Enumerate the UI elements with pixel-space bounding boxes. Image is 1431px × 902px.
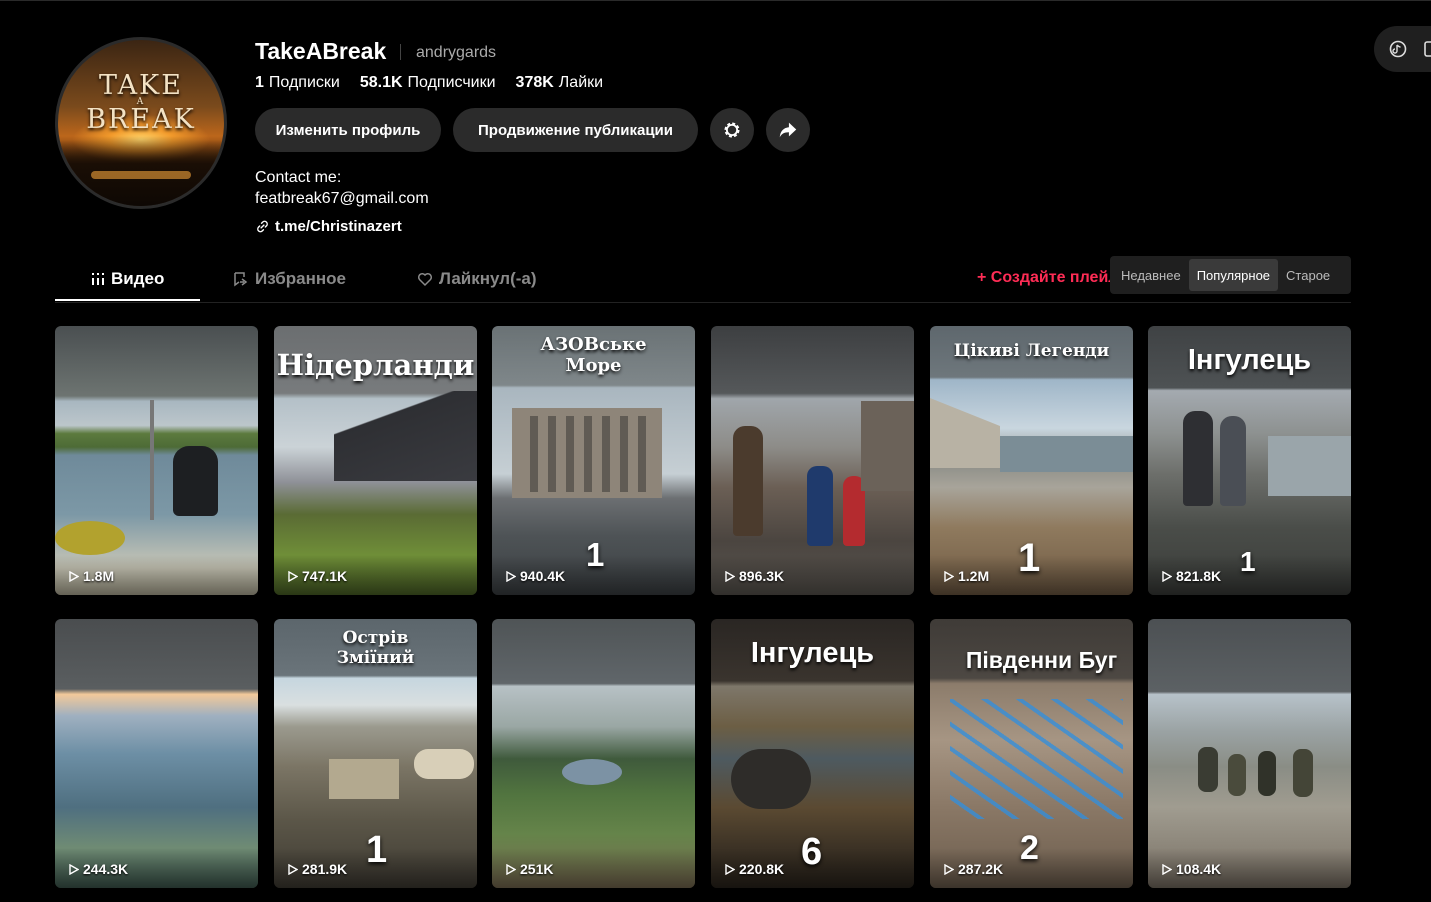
profile-link-text: t.me/Christinazert <box>275 218 402 235</box>
promote-post-button[interactable]: Продвижение публикации <box>453 108 698 152</box>
play-icon <box>69 570 79 582</box>
play-icon <box>506 863 516 875</box>
edit-profile-button[interactable]: Изменить профиль <box>255 108 441 152</box>
grid-icon <box>92 273 104 285</box>
diver-figure <box>173 446 218 516</box>
floating-actions[interactable] <box>1374 26 1431 72</box>
top-border <box>0 0 1431 1</box>
video-caption: АЗОВське Море <box>540 334 647 376</box>
heart-icon <box>417 272 433 287</box>
hiker-figure <box>1198 747 1218 792</box>
sort-recent[interactable]: Недавнее <box>1113 259 1189 291</box>
video-caption: Нідерланди <box>276 348 475 383</box>
view-count: 244.3K <box>69 861 128 877</box>
tiktok-icon[interactable] <box>1388 39 1408 59</box>
part-number: 1 <box>586 536 605 573</box>
lake <box>562 759 622 785</box>
people-figure <box>1183 411 1213 506</box>
sort-oldest[interactable]: Старое <box>1278 259 1338 291</box>
profile-display-name: TakeABreak <box>255 38 387 64</box>
play-icon <box>725 863 735 875</box>
view-count: 281.9K <box>288 861 347 877</box>
link-icon <box>257 220 268 233</box>
avatar[interactable]: TAKE A BREAK <box>55 37 227 209</box>
video-caption: Інгулець <box>1187 344 1312 377</box>
view-count: 1.8M <box>69 568 114 584</box>
play-icon <box>288 863 298 875</box>
share-button[interactable] <box>766 108 810 152</box>
part-number: 1 <box>1018 536 1041 580</box>
play-icon <box>944 863 954 875</box>
divider <box>400 44 401 60</box>
profile-link[interactable]: t.me/Christinazert <box>255 218 402 235</box>
tab-favorites[interactable]: Избранное <box>233 269 346 289</box>
window-icon[interactable] <box>1422 39 1431 59</box>
part-number: 2 <box>1020 829 1039 867</box>
stat-followers[interactable]: 58.1K Подписчики <box>360 74 496 92</box>
video-card[interactable]: 251K <box>492 619 695 888</box>
play-icon <box>725 570 735 582</box>
view-count: 251K <box>506 861 553 877</box>
share-arrow-icon <box>779 122 797 138</box>
view-count: 896.3K <box>725 568 784 584</box>
soldier-figure <box>731 749 811 809</box>
bio-email: featbreak67@gmail.com <box>255 190 429 207</box>
view-count: 747.1K <box>288 568 347 584</box>
video-card[interactable]: Нідерланди 747.1K <box>274 326 477 595</box>
video-card[interactable]: АЗОВське Море 1 940.4K <box>492 326 695 595</box>
bio-line: Contact me: <box>255 169 342 186</box>
video-caption: Інгулець <box>750 637 875 670</box>
video-card[interactable]: 896.3K <box>711 326 914 595</box>
view-count: 220.8K <box>725 861 784 877</box>
view-count: 108.4K <box>1162 861 1221 877</box>
refugee-figure <box>733 426 763 536</box>
old-book <box>329 759 399 799</box>
play-icon <box>1162 863 1172 875</box>
video-card[interactable]: 1.8M <box>55 326 258 595</box>
video-caption: Цікиві Легенди <box>953 341 1110 362</box>
play-icon <box>944 570 954 582</box>
part-number: 6 <box>801 831 823 873</box>
settings-button[interactable] <box>710 108 754 152</box>
tab-videos[interactable]: Видео <box>91 269 164 289</box>
video-caption: Острів Зміїний <box>336 628 415 668</box>
profile-bio: Contact me: featbreak67@gmail.com <box>255 167 429 209</box>
video-card[interactable]: 244.3K <box>55 619 258 888</box>
play-icon <box>506 570 516 582</box>
play-icon <box>69 863 79 875</box>
view-count: 1.2M <box>944 568 989 584</box>
profile-handle: andrygards <box>416 44 497 61</box>
play-icon <box>1162 570 1172 582</box>
video-card[interactable]: Південни Буг 2 287.2K <box>930 619 1133 888</box>
video-card[interactable]: Острів Зміїний 1 281.9K <box>274 619 477 888</box>
view-count: 940.4K <box>506 568 565 584</box>
river-map <box>950 699 1123 819</box>
sort-segmented-control: Недавнее Популярное Старое <box>1110 256 1351 294</box>
sort-popular[interactable]: Популярное <box>1188 259 1279 291</box>
tab-liked[interactable]: Лайкнул(-а) <box>417 269 537 289</box>
stat-following[interactable]: 1 Подписки <box>255 74 340 92</box>
video-card[interactable]: Інгулець 6 220.8K <box>711 619 914 888</box>
bookmark-icon <box>234 272 248 287</box>
view-count: 821.8K <box>1162 568 1221 584</box>
video-card[interactable]: Цікиві Легенди 1 1.2M <box>930 326 1133 595</box>
profile-stats: 1 Подписки 58.1K Подписчики 378K Лайки <box>255 74 603 92</box>
active-tab-indicator <box>55 299 200 301</box>
video-caption: Південни Буг <box>965 646 1118 673</box>
video-card[interactable]: 108.4K <box>1148 619 1351 888</box>
part-number: 1 <box>1240 546 1256 577</box>
stat-likes: 378K Лайки <box>515 74 604 91</box>
avatar-logo-line3: BREAK <box>86 104 196 135</box>
part-number: 1 <box>366 829 388 871</box>
video-card[interactable]: Інгулець 1 821.8K <box>1148 326 1351 595</box>
dam-wall <box>930 398 1000 468</box>
gear-icon <box>724 122 740 138</box>
play-icon <box>288 570 298 582</box>
view-count: 287.2K <box>944 861 1003 877</box>
